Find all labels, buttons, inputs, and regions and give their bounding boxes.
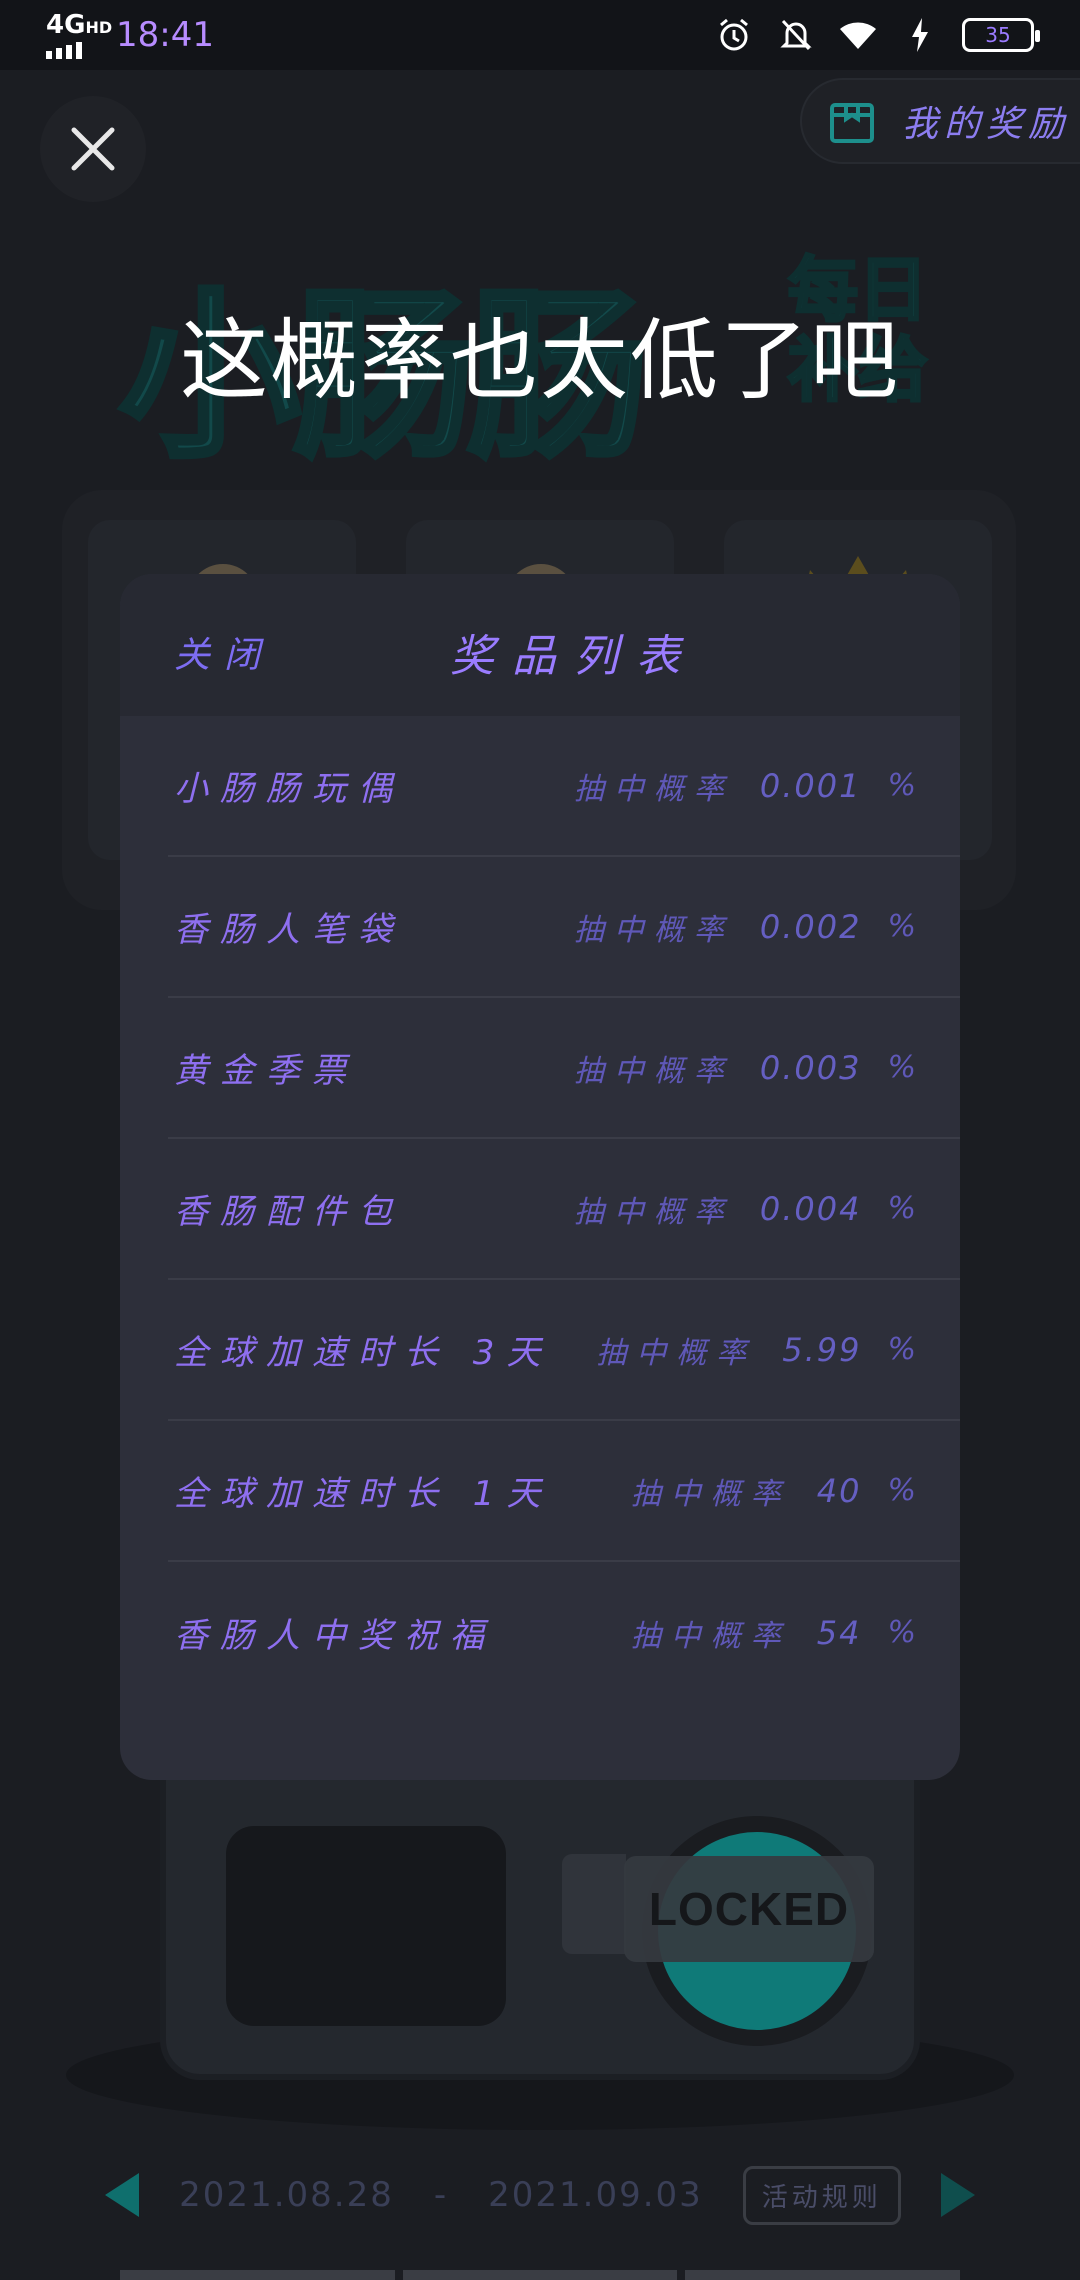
list-item: 香肠人笔袋 抽中概率 0.002 % — [168, 857, 960, 998]
gift-box-icon — [830, 103, 874, 143]
date-end: 2021.09.03 — [488, 2175, 703, 2215]
machine-slot — [226, 1826, 506, 2026]
status-time: 18:41 — [116, 15, 214, 55]
probability-value: 54 — [816, 1613, 862, 1652]
locked-badge: LOCKED — [624, 1856, 874, 1962]
list-item: 全球加速时长 1天 抽中概率 40 % — [168, 1421, 960, 1562]
close-icon — [71, 127, 115, 171]
next-arrow-icon[interactable] — [940, 2173, 975, 2217]
my-rewards-button[interactable]: 我的奖励 — [800, 78, 1080, 164]
probability-label: 抽中概率 — [596, 1335, 757, 1371]
bottom-tabs — [120, 2270, 961, 2280]
prize-probability: 抽中概率 5.99 % — [596, 1328, 916, 1372]
modal-close-button[interactable]: 关闭 — [174, 626, 274, 678]
percent-sign: % — [887, 1473, 916, 1508]
prize-name: 小肠肠玩偶 — [174, 769, 404, 809]
probability-label: 抽中概率 — [573, 771, 734, 807]
probability-value: 5.99 — [782, 1330, 862, 1369]
network-indicator: 4GHD — [46, 9, 112, 59]
modal-title: 奖品列表 — [450, 631, 698, 682]
signal-icon — [46, 41, 100, 59]
prev-arrow-icon[interactable] — [105, 2173, 140, 2217]
probability-label: 抽中概率 — [573, 1053, 734, 1089]
probability-value: 0.001 — [759, 766, 862, 805]
network-type: 4G — [46, 9, 86, 40]
percent-sign: % — [887, 909, 916, 944]
mute-bell-icon — [776, 15, 816, 55]
list-item: 小肠肠玩偶 抽中概率 0.001 % — [168, 716, 960, 857]
prize-probability: 抽中概率 0.001 % — [574, 764, 916, 808]
percent-sign: % — [887, 1191, 916, 1226]
prize-list-modal: 关闭 奖品列表 小肠肠玩偶 抽中概率 0.001 % 香肠人笔袋 抽中概率 0.… — [120, 574, 960, 1780]
list-item: 香肠人中奖祝福 抽中概率 54 % — [168, 1562, 960, 1703]
percent-sign: % — [887, 1615, 916, 1650]
prize-name: 香肠人中奖祝福 — [174, 1616, 496, 1656]
prize-name: 全球加速时长 1天 — [174, 1474, 553, 1514]
status-bar: 4GHD 18:41 35 — [0, 0, 1080, 70]
list-item: 全球加速时长 3天 抽中概率 5.99 % — [168, 1280, 960, 1421]
date-start: 2021.08.28 — [179, 2175, 394, 2215]
charging-icon — [900, 15, 940, 55]
list-item: 香肠配件包 抽中概率 0.004 % — [168, 1139, 960, 1280]
probability-value: 0.002 — [759, 907, 862, 946]
alarm-icon — [714, 15, 754, 55]
prize-name: 香肠人笔袋 — [174, 910, 404, 950]
modal-header: 关闭 奖品列表 — [120, 574, 960, 716]
probability-value: 0.004 — [759, 1189, 862, 1228]
prize-list: 小肠肠玩偶 抽中概率 0.001 % 香肠人笔袋 抽中概率 0.002 % 黄金… — [168, 716, 960, 1703]
prize-probability: 抽中概率 0.002 % — [574, 905, 916, 949]
page: 4GHD 18:41 35 我的奖励 小肠肠 每日 补给 LOCKED 2021… — [0, 0, 1080, 2280]
battery-level: 35 — [985, 23, 1011, 47]
list-item: 黄金季票 抽中概率 0.003 % — [168, 998, 960, 1139]
probability-label: 抽中概率 — [573, 1194, 734, 1230]
probability-label: 抽中概率 — [630, 1618, 791, 1654]
probability-value: 0.003 — [759, 1048, 862, 1087]
machine-tab — [562, 1854, 626, 1954]
video-caption: 这概率也太低了吧 — [179, 309, 900, 412]
prize-probability: 抽中概率 54 % — [631, 1611, 916, 1655]
probability-label: 抽中概率 — [573, 912, 734, 948]
date-range-row: 2021.08.28 - 2021.09.03 活动规则 — [0, 2160, 1080, 2230]
prize-probability: 抽中概率 40 % — [631, 1469, 916, 1513]
network-suffix: HD — [85, 17, 113, 37]
prize-name: 香肠配件包 — [174, 1192, 404, 1232]
prize-probability: 抽中概率 0.003 % — [574, 1046, 916, 1090]
percent-sign: % — [887, 1332, 916, 1367]
percent-sign: % — [887, 1050, 916, 1085]
wifi-icon — [838, 15, 878, 55]
close-button[interactable] — [40, 96, 146, 202]
probability-value: 40 — [816, 1471, 862, 1510]
prize-probability: 抽中概率 0.004 % — [574, 1187, 916, 1231]
my-rewards-label: 我的奖励 — [902, 104, 1071, 145]
date-separator: - — [433, 2175, 449, 2215]
status-icons: 35 — [714, 15, 1040, 55]
prize-name: 黄金季票 — [174, 1051, 358, 1091]
battery-indicator: 35 — [962, 18, 1040, 52]
prize-name: 全球加速时长 3天 — [174, 1333, 553, 1373]
probability-label: 抽中概率 — [630, 1476, 791, 1512]
percent-sign: % — [887, 768, 916, 803]
rules-button[interactable]: 活动规则 — [742, 2165, 901, 2225]
